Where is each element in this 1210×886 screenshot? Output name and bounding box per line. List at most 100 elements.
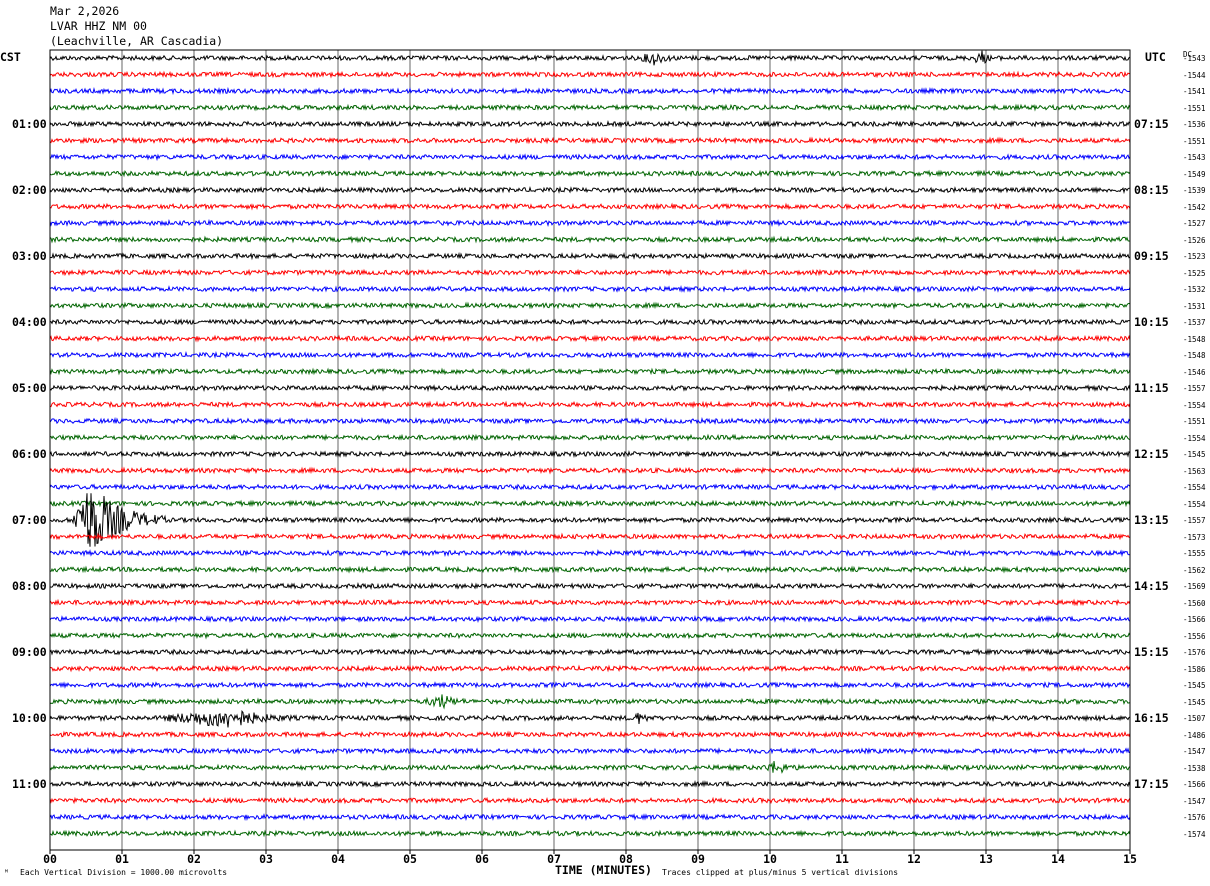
dc-offset-label: -1554 <box>1183 433 1206 443</box>
dc-offset-label: -1551 <box>1183 136 1206 146</box>
utc-hour-label: 10:15 <box>1134 315 1169 329</box>
trace-line-46 <box>49 813 1131 822</box>
x-tick-label: 13 <box>979 852 993 866</box>
trace-line-16 <box>49 318 1131 326</box>
trace-line-38 <box>49 681 1131 690</box>
corner-mark: ᴹ <box>4 868 9 877</box>
utc-hour-label: 09:15 <box>1134 249 1169 263</box>
dc-offset-label: -1576 <box>1183 813 1206 822</box>
trace-line-6 <box>49 153 1131 162</box>
dc-offset-label: -1548 <box>1183 334 1206 344</box>
dc-offset-label: -1547 <box>1183 796 1206 806</box>
x-tick-label: 09 <box>691 852 705 866</box>
dc-offset-label: -1554 <box>1183 499 1206 509</box>
trace-line-26 <box>49 483 1131 491</box>
trace-line-28 <box>49 493 1131 547</box>
trace-line-33 <box>49 598 1131 607</box>
dc-offset-label: -1566 <box>1183 615 1206 624</box>
trace-line-7 <box>49 169 1131 178</box>
local-hour-label: 02:00 <box>12 183 47 197</box>
dc-offset-label: -1557 <box>1183 384 1206 393</box>
dc-offset-label: -1545 <box>1183 450 1206 459</box>
trace-line-14 <box>49 285 1131 293</box>
local-hour-label: 06:00 <box>12 447 47 461</box>
dc-offset-label: -1574 <box>1183 829 1206 839</box>
dc-offset-label: -1507 <box>1183 714 1206 723</box>
utc-hour-label: 13:15 <box>1134 513 1169 527</box>
dc-offset-label: -1547 <box>1183 747 1206 756</box>
dc-offset-label: -1526 <box>1183 235 1206 245</box>
seismogram-plot <box>49 49 1131 854</box>
location-label: (Leachville, AR Cascadia) <box>50 34 224 48</box>
trace-line-9 <box>49 202 1131 211</box>
dc-offset-label: -1557 <box>1183 516 1206 525</box>
utc-hour-label: 14:15 <box>1134 579 1169 593</box>
dc-offset-label: -1560 <box>1183 598 1206 608</box>
x-tick-label: 06 <box>475 852 489 866</box>
station-label: LVAR HHZ NM 00 <box>50 19 147 33</box>
date-label: Mar 2,2026 <box>50 4 120 18</box>
trace-line-44 <box>49 779 1131 789</box>
trace-line-42 <box>49 746 1131 755</box>
utc-hour-label: 08:15 <box>1134 183 1169 197</box>
dc-offset-label: -1551 <box>1183 417 1206 426</box>
utc-hour-label: 15:15 <box>1134 645 1169 659</box>
dc-offset-label: -1566 <box>1183 780 1206 789</box>
trace-line-43 <box>49 761 1131 774</box>
x-tick-label: 12 <box>907 852 921 866</box>
trace-line-10 <box>49 218 1131 227</box>
dc-offset-label: -1523 <box>1183 252 1206 261</box>
dc-offset-label: -1542 <box>1183 202 1206 212</box>
local-hour-label: 07:00 <box>12 513 47 527</box>
trace-line-31 <box>49 565 1131 574</box>
x-tick-label: 15 <box>1123 852 1137 866</box>
x-tick-label: 01 <box>115 852 129 866</box>
dc-offset-label: -1543 <box>1183 54 1206 63</box>
utc-hour-label: 12:15 <box>1134 447 1169 461</box>
dc-offset-label: -1525 <box>1183 268 1206 278</box>
dc-offset-label: -1569 <box>1183 582 1206 591</box>
local-hour-label: 09:00 <box>12 645 47 659</box>
dc-offset-label: -1576 <box>1183 648 1206 657</box>
right-timezone-label: UTC <box>1145 50 1166 64</box>
x-tick-label: 14 <box>1051 852 1065 866</box>
dc-offset-label: -1538 <box>1183 763 1206 773</box>
local-hour-label: 03:00 <box>12 249 47 263</box>
trace-line-19 <box>49 367 1131 376</box>
trace-line-12 <box>50 251 1131 261</box>
dc-offset-label: -1531 <box>1183 301 1206 311</box>
left-timezone-label: CST <box>0 50 21 64</box>
dc-offset-label: -1545 <box>1183 697 1206 707</box>
trace-line-18 <box>49 351 1131 360</box>
trace-line-45 <box>49 796 1131 805</box>
dc-offset-label: -1549 <box>1183 169 1206 179</box>
dc-offset-label: -1545 <box>1183 681 1206 690</box>
x-tick-label: 05 <box>403 852 417 866</box>
dc-offset-label: -1563 <box>1183 466 1206 476</box>
trace-line-17 <box>49 334 1131 343</box>
trace-line-22 <box>49 416 1131 426</box>
dc-offset-label: -1543 <box>1183 153 1206 162</box>
dc-offset-label: -1539 <box>1183 186 1206 195</box>
trace-line-15 <box>49 301 1131 310</box>
dc-offset-label: -1554 <box>1183 400 1206 410</box>
dc-offset-label: -1554 <box>1183 483 1206 492</box>
dc-offset-label: -1544 <box>1183 70 1206 80</box>
trace-line-36 <box>49 648 1131 657</box>
dc-offset-label: -1537 <box>1183 318 1206 327</box>
trace-line-35 <box>49 631 1131 640</box>
trace-line-47 <box>49 829 1131 838</box>
trace-line-27 <box>49 499 1131 508</box>
dc-offset-label: -1541 <box>1183 87 1206 96</box>
trace-line-23 <box>49 433 1131 442</box>
dc-offset-label: -1562 <box>1183 565 1206 575</box>
x-tick-label: 02 <box>187 852 201 866</box>
trace-line-24 <box>49 449 1131 458</box>
dc-offset-label: -1532 <box>1183 285 1206 294</box>
clip-note: Traces clipped at plus/minus 5 vertical … <box>662 868 899 877</box>
trace-line-1 <box>49 70 1131 79</box>
plot-border <box>49 49 1131 851</box>
local-hour-label: 10:00 <box>12 711 47 725</box>
x-tick-label: 03 <box>259 852 273 866</box>
trace-line-21 <box>49 400 1131 409</box>
